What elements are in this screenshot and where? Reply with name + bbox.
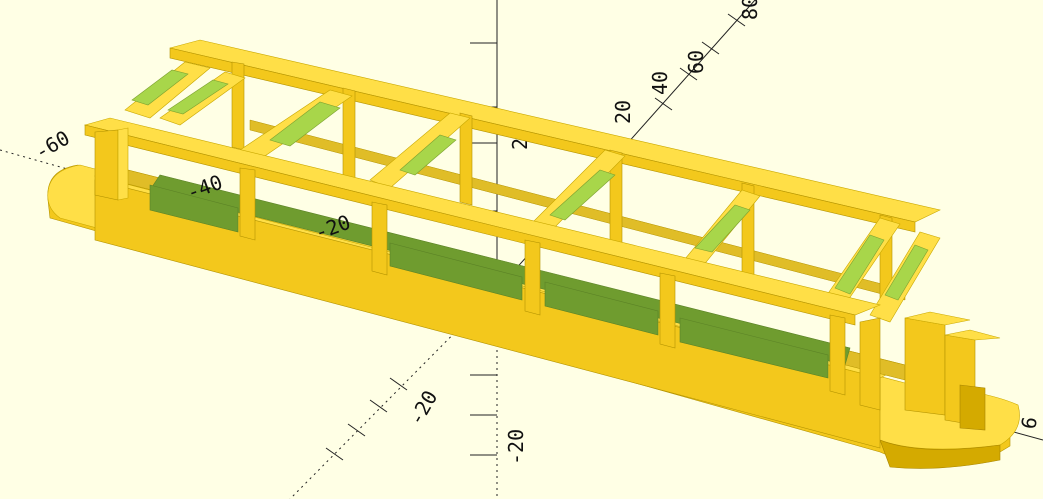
axis-label-x-60: 60 (684, 50, 708, 74)
axis-label-x-neg-20: -20 (404, 386, 443, 429)
axis-label-y-neg-60: -60 (31, 125, 74, 164)
axis-label-x-20: 20 (611, 100, 635, 124)
axis-label-z-neg-20: -20 (504, 429, 528, 465)
axis-label-y-pos-6: 6 (1016, 415, 1042, 431)
axis-label-x-40-front: 40 (648, 71, 672, 95)
boat-model[interactable] (47, 39, 1020, 469)
viewport-canvas[interactable]: 20 20 60 80 -20 -20 -60 6 (0, 0, 1043, 499)
3d-viewport[interactable]: 20 20 60 80 -20 -20 -60 6 (0, 0, 1043, 499)
axis-label-x-80: 80 (738, 0, 762, 20)
